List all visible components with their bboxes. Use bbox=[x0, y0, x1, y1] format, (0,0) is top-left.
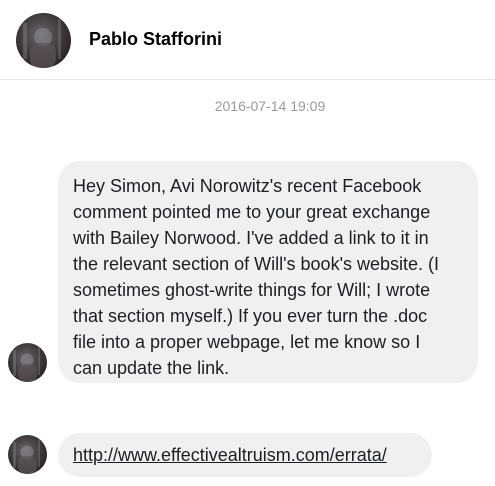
profile-photo-icon bbox=[13, 347, 40, 382]
profile-photo-icon bbox=[23, 19, 61, 68]
message-text-line: file into a proper webpage, let me know … bbox=[73, 332, 421, 352]
profile-photo-icon bbox=[13, 439, 40, 474]
message-text-line: with Bailey Norwood. I've added a link t… bbox=[73, 228, 429, 248]
conversation-header: Pablo Stafforini bbox=[0, 0, 495, 80]
message-bubble: Hey Simon, Avi Norowitz's recent Faceboo… bbox=[58, 161, 478, 383]
message-text-line: that section myself.) If you ever turn t… bbox=[73, 306, 428, 326]
sender-avatar[interactable] bbox=[8, 435, 47, 474]
message-bubble: http://www.effectivealtruism.com/errata/ bbox=[58, 433, 432, 477]
conversation-view: Pablo Stafforini 2016-07-14 19:09 Hey Si… bbox=[0, 0, 495, 486]
sender-avatar[interactable] bbox=[8, 343, 47, 382]
message-text-line: Hey Simon, Avi Norowitz's recent Faceboo… bbox=[73, 176, 422, 196]
message-link[interactable]: http://www.effectivealtruism.com/errata/ bbox=[73, 445, 387, 465]
message-text-line: sometimes ghost-write things for Will; I… bbox=[73, 280, 431, 300]
message-text-line: can update the link. bbox=[73, 358, 230, 378]
message-text-line: comment pointed me to your great exchang… bbox=[73, 202, 431, 222]
contact-avatar[interactable] bbox=[16, 13, 71, 68]
message-timestamp: 2016-07-14 19:09 bbox=[214, 98, 326, 114]
message-text-line: the relevant section of Will's book's we… bbox=[73, 254, 440, 274]
contact-name[interactable]: Pablo Stafforini bbox=[89, 29, 222, 50]
